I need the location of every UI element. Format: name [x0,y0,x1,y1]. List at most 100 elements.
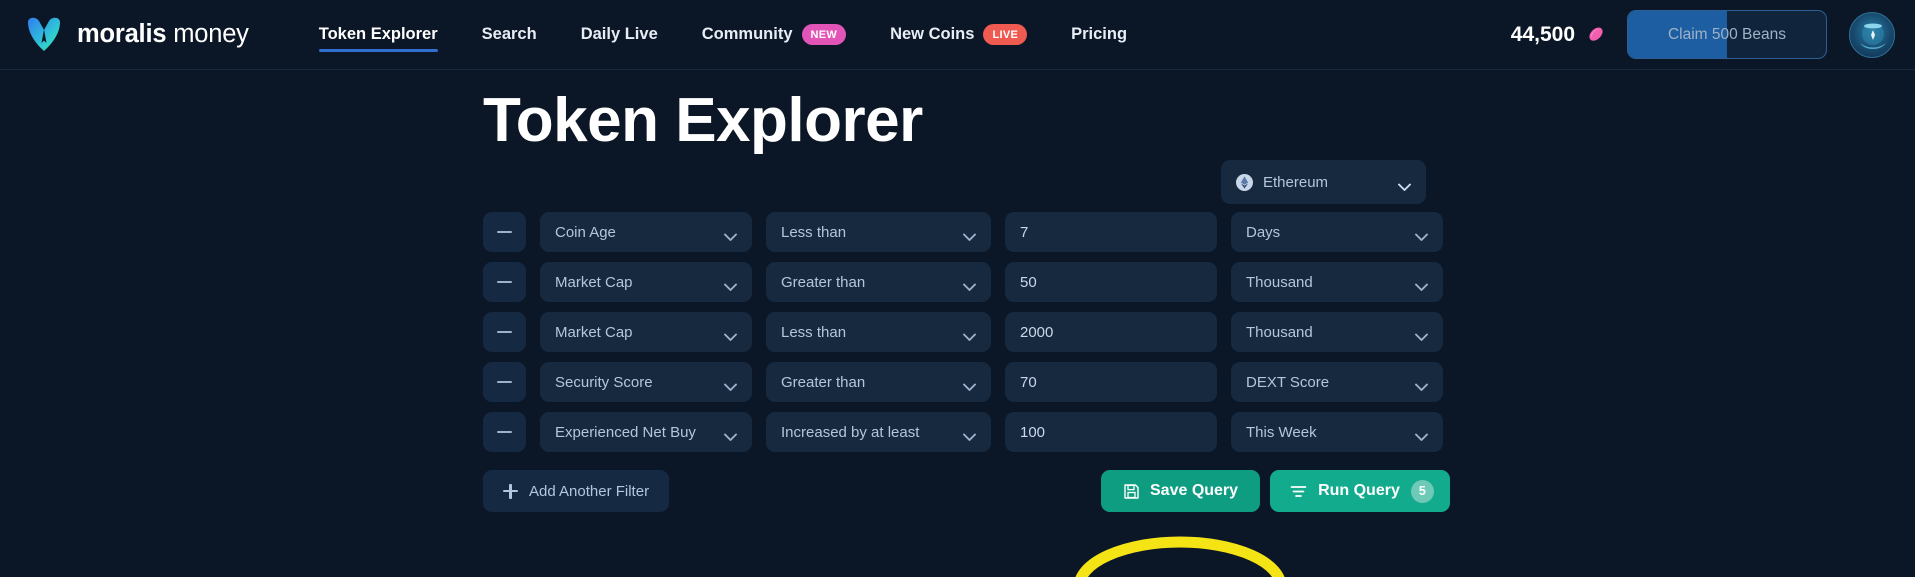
filter-metric-value: Market Cap [555,273,633,291]
filter-metric-value: Experienced Net Buy [555,423,696,441]
nav-item-search[interactable]: Search [460,0,559,70]
filter-operator-select[interactable]: Greater than [766,362,991,402]
brand-logo[interactable]: moralis money [24,16,249,54]
filter-operator-value: Less than [781,223,847,241]
filter-operator-value: Greater than [781,373,866,391]
filter-value-input[interactable]: 100 [1005,412,1217,452]
add-another-filter-label: Add Another Filter [529,482,650,500]
filter-value-text: 2000 [1020,323,1054,341]
filter-value-text: 50 [1020,273,1037,291]
add-another-filter-button[interactable]: Add Another Filter [483,470,670,512]
chevron-down-icon [963,428,976,441]
nav-item-community[interactable]: Community NEW [680,0,868,70]
filter-unit-select[interactable]: This Week [1231,412,1443,452]
chain-selector-label: Ethereum [1263,173,1329,191]
nav-item-daily-live[interactable]: Daily Live [559,0,680,70]
claim-beans-button[interactable]: Claim 500 Beans [1627,10,1827,59]
filter-operator-value: Less than [781,323,847,341]
page-body: Token Explorer Ethereum Coin Age Less th… [0,70,1915,577]
main-navigation: Token Explorer Search Daily Live Communi… [297,0,1149,70]
filter-unit-select[interactable]: Thousand [1231,312,1443,352]
filter-row: Experienced Net Buy Increased by at leas… [483,412,1915,452]
chevron-down-icon [1415,228,1428,241]
filter-value-input[interactable]: 7 [1005,212,1217,252]
save-query-label: Save Query [1150,482,1239,499]
remove-filter-button[interactable] [483,212,526,252]
filter-unit-select[interactable]: DEXT Score [1231,362,1443,402]
moralis-heart-logo-icon [24,16,64,54]
filter-operator-select[interactable]: Less than [766,312,991,352]
chevron-down-icon [724,378,737,391]
header-right-cluster: 44,500 Claim 500 Beans [1511,10,1895,59]
nav-label: Daily Live [580,25,658,43]
badge-new: NEW [801,24,847,45]
run-query-label: Run Query [1318,482,1400,499]
filter-metric-select[interactable]: Experienced Net Buy [540,412,752,452]
badge-live: LIVE [983,24,1028,45]
filter-operator-select[interactable]: Greater than [766,262,991,302]
chevron-down-icon [724,278,737,291]
save-query-button[interactable]: Save Query [1101,470,1261,512]
plus-icon [503,483,518,499]
filter-unit-value: Thousand [1246,273,1313,291]
filter-metric-value: Market Cap [555,323,633,341]
chevron-down-icon [963,278,976,291]
filter-row: Market Cap Less than 2000 Thousand [483,312,1915,352]
minus-icon [497,430,512,434]
app-header: moralis money Token Explorer Search Dail… [0,0,1915,70]
brand-name: moralis money [77,20,249,49]
remove-filter-button[interactable] [483,312,526,352]
filter-row: Security Score Greater than 70 DEXT Scor… [483,362,1915,402]
filter-metric-select[interactable]: Market Cap [540,312,752,352]
primary-actions: Save Query Run Query 5 [1101,470,1450,512]
chevron-down-icon [1415,428,1428,441]
run-query-button[interactable]: Run Query 5 [1270,470,1450,512]
minus-icon [497,280,512,284]
chevron-down-icon [724,328,737,341]
filter-metric-select[interactable]: Security Score [540,362,752,402]
filter-value-text: 70 [1020,373,1037,391]
filter-metric-value: Security Score [555,373,653,391]
beans-count-value: 44,500 [1510,22,1575,46]
page-title-row: Token Explorer Ethereum [0,70,1915,204]
remove-filter-button[interactable] [483,412,526,452]
filter-operator-value: Greater than [781,273,866,291]
user-avatar[interactable] [1849,11,1895,58]
filter-value-input[interactable]: 2000 [1005,312,1217,352]
filter-metric-select[interactable]: Coin Age [540,212,752,252]
chevron-down-icon [963,228,976,241]
filter-operator-select[interactable]: Less than [766,212,991,252]
filter-row: Market Cap Greater than 50 Thousand [483,262,1915,302]
filter-value-text: 7 [1020,223,1029,241]
nav-label: Search [481,25,537,43]
nav-item-pricing[interactable]: Pricing [1049,0,1149,70]
chain-selector[interactable]: Ethereum [1221,160,1426,204]
bean-icon [1585,25,1605,45]
ethereum-icon [1236,173,1253,191]
chevron-down-icon [1415,278,1428,291]
filter-unit-value: Days [1246,223,1281,241]
filter-value-input[interactable]: 50 [1005,262,1217,302]
filter-operator-select[interactable]: Increased by at least [766,412,991,452]
nav-label: Pricing [1071,25,1128,43]
chevron-down-icon [1415,378,1428,391]
filter-unit-value: Thousand [1246,323,1313,341]
chevron-down-icon [963,328,976,341]
chevron-down-icon [724,228,737,241]
floppy-disk-icon [1123,483,1140,500]
filter-metric-select[interactable]: Market Cap [540,262,752,302]
filter-unit-select[interactable]: Days [1231,212,1443,252]
nav-item-new-coins[interactable]: New Coins LIVE [868,0,1049,70]
remove-filter-button[interactable] [483,362,526,402]
page-title: Token Explorer [483,86,923,155]
remove-filter-button[interactable] [483,262,526,302]
nav-label: Community [701,25,793,43]
filter-unit-value: DEXT Score [1246,373,1330,391]
beans-balance: 44,500 [1511,23,1605,47]
nav-label: New Coins [890,25,975,43]
filter-value-input[interactable]: 70 [1005,362,1217,402]
minus-icon [497,330,512,334]
nav-item-token-explorer[interactable]: Token Explorer [297,0,460,70]
chevron-down-icon [724,428,737,441]
filter-unit-select[interactable]: Thousand [1231,262,1443,302]
